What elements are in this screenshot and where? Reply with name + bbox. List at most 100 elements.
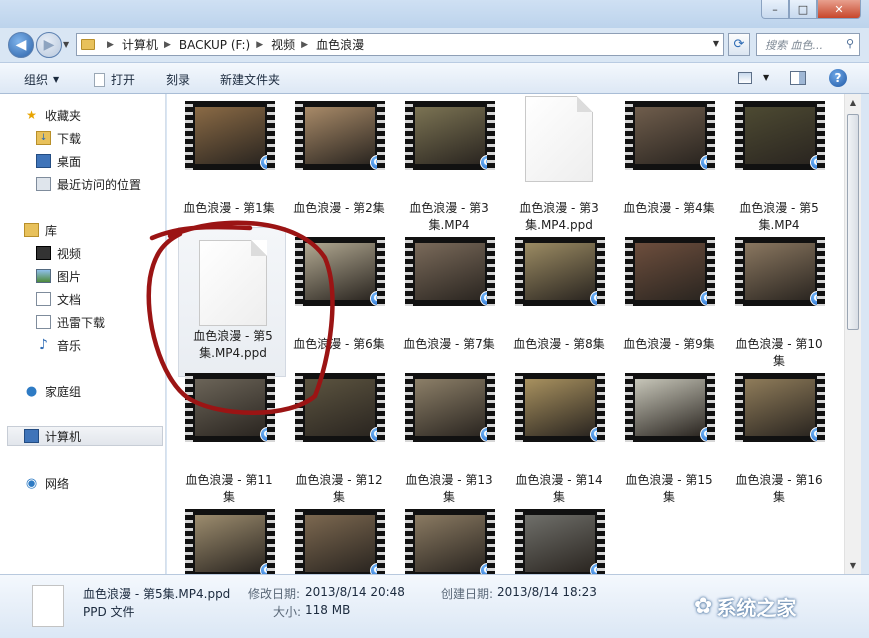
scrollbar-thumb[interactable] xyxy=(847,114,859,330)
sidebar-item-libraries[interactable]: 库 xyxy=(24,220,57,240)
view-options-dropdown[interactable]: ▼ xyxy=(763,73,769,82)
open-button[interactable]: 打开 xyxy=(94,71,135,88)
video-library-icon xyxy=(36,246,51,260)
breadcrumb-computer[interactable]: 计算机 xyxy=(122,36,158,53)
file-item-video[interactable]: Q 血色浪漫 - 第7集 xyxy=(395,232,503,382)
search-input[interactable]: 搜索 血色... ⚲ xyxy=(756,33,860,56)
back-button[interactable]: ◀ xyxy=(8,32,34,58)
file-item-video[interactable]: Q 血色浪漫 - 第16 集 xyxy=(725,368,833,518)
organize-button[interactable]: 组织 ▼ xyxy=(24,71,59,88)
file-item-video[interactable]: Q 血色浪漫 - 第11 集 xyxy=(175,368,283,518)
sidebar-item-computer[interactable]: 计算机 xyxy=(7,426,163,446)
change-view-icon[interactable] xyxy=(738,72,752,84)
chevron-right-icon[interactable]: ▶ xyxy=(301,40,308,50)
file-item-video[interactable]: Q 血色浪漫 - 第6集 xyxy=(285,232,393,382)
help-icon[interactable]: ? xyxy=(829,69,847,87)
sidebar-item-music[interactable]: ♪ 音乐 xyxy=(36,335,81,355)
close-button[interactable]: ✕ xyxy=(817,0,861,19)
sidebar-item-pictures[interactable]: 图片 xyxy=(36,266,81,286)
sidebar-item-thunder[interactable]: 迅雷下载 xyxy=(36,312,105,332)
sidebar-item-label: 音乐 xyxy=(57,338,82,353)
chevron-right-icon[interactable]: ▶ xyxy=(164,40,171,50)
video-frame xyxy=(415,515,485,572)
file-item-video[interactable]: Q 血色浪漫 - 第15 集 xyxy=(615,368,723,518)
file-item-video[interactable]: Q xyxy=(285,504,393,574)
file-name-line: 血色浪漫 - 第11 xyxy=(185,473,273,487)
video-frame xyxy=(635,107,705,164)
file-item-video[interactable]: Q 血色浪漫 - 第3 集.MP4 xyxy=(395,96,503,246)
file-item-video[interactable]: Q xyxy=(505,504,613,574)
sidebar-item-desktop[interactable]: 桌面 xyxy=(36,151,81,171)
chevron-right-icon[interactable]: ▶ xyxy=(256,40,263,50)
recent-pages-dropdown[interactable]: ▼ xyxy=(63,40,69,49)
video-thumbnail: Q xyxy=(405,101,495,170)
sidebar-item-label: 下载 xyxy=(57,131,82,146)
file-item-video[interactable]: Q 血色浪漫 - 第2集 xyxy=(285,96,393,246)
file-name-line: 集 xyxy=(662,490,675,504)
chevron-right-icon[interactable]: ▶ xyxy=(107,40,114,50)
breadcrumb-current[interactable]: 血色浪漫 xyxy=(316,36,364,53)
search-icon[interactable]: ⚲ xyxy=(846,37,854,50)
address-dropdown-icon[interactable]: ▼ xyxy=(713,39,719,48)
scroll-down-icon[interactable]: ▼ xyxy=(845,557,861,574)
player-badge-icon: Q xyxy=(260,427,275,442)
sidebar-item-network[interactable]: ◉ 网络 xyxy=(24,473,69,493)
preview-pane-icon[interactable] xyxy=(790,71,806,85)
video-thumbnail: Q xyxy=(625,101,715,170)
breadcrumb-videos[interactable]: 视频 xyxy=(271,36,295,53)
file-name: 血色浪漫 - 第11 集 xyxy=(175,472,283,506)
new-folder-label: 新建文件夹 xyxy=(220,73,281,87)
refresh-button[interactable]: ⟳ xyxy=(728,33,750,56)
file-item-video[interactable]: Q 血色浪漫 - 第12 集 xyxy=(285,368,393,518)
forward-button[interactable]: ▶ xyxy=(36,32,62,58)
file-item-video[interactable]: Q 血色浪漫 - 第1集 xyxy=(175,96,283,246)
file-item-video[interactable]: Q xyxy=(395,504,503,574)
player-badge-icon: Q xyxy=(700,427,715,442)
file-item-video[interactable]: Q 血色浪漫 - 第5 集.MP4 xyxy=(725,96,833,246)
sidebar-item-label: 计算机 xyxy=(45,429,82,444)
file-item-ppd[interactable]: 血色浪漫 - 第5 集.MP4.ppd xyxy=(178,227,286,377)
sidebar-item-label: 收藏夹 xyxy=(45,108,82,123)
player-badge-icon: Q xyxy=(480,291,495,306)
picture-library-icon xyxy=(36,269,51,283)
video-frame xyxy=(635,379,705,436)
player-badge-icon: Q xyxy=(370,291,385,306)
sidebar-item-recent[interactable]: 最近访问的位置 xyxy=(36,174,141,194)
file-item-video[interactable]: Q 血色浪漫 - 第13 集 xyxy=(395,368,503,518)
command-bar: 组织 ▼ 打开 刻录 新建文件夹 ▼ ? xyxy=(0,62,869,94)
sidebar-item-homegroup[interactable]: ● 家庭组 xyxy=(24,381,81,401)
file-name-line: 血色浪漫 - 第14 xyxy=(515,473,603,487)
file-name: 血色浪漫 - 第15 集 xyxy=(615,472,723,506)
address-bar[interactable]: ▶ 计算机 ▶ BACKUP (F:) ▶ 视频 ▶ 血色浪漫 ▼ xyxy=(76,33,724,56)
minimize-button[interactable]: – xyxy=(761,0,789,19)
file-item-ppd[interactable]: 血色浪漫 - 第3 集.MP4.ppd xyxy=(505,96,613,246)
video-thumbnail: Q xyxy=(625,237,715,306)
file-name: 血色浪漫 - 第14 集 xyxy=(505,472,613,506)
sidebar-item-videos[interactable]: 视频 xyxy=(36,243,81,263)
player-badge-icon: Q xyxy=(810,155,825,170)
breadcrumb-drive[interactable]: BACKUP (F:) xyxy=(179,38,250,52)
file-item-video[interactable]: Q 血色浪漫 - 第10 集 xyxy=(725,232,833,382)
file-item-video[interactable]: Q 血色浪漫 - 第4集 xyxy=(615,96,723,246)
video-frame xyxy=(415,379,485,436)
file-item-video[interactable]: Q 血色浪漫 - 第9集 xyxy=(615,232,723,382)
file-item-video[interactable]: Q 血色浪漫 - 第14 集 xyxy=(505,368,613,518)
burn-button[interactable]: 刻录 xyxy=(166,71,190,88)
player-badge-icon: Q xyxy=(260,155,275,170)
file-item-video[interactable]: Q 血色浪漫 - 第8集 xyxy=(505,232,613,382)
file-item-video[interactable]: Q xyxy=(175,504,283,574)
sidebar-item-documents[interactable]: 文档 xyxy=(36,289,81,309)
scroll-up-icon[interactable]: ▲ xyxy=(845,94,861,111)
star-icon: ★ xyxy=(26,108,37,122)
player-badge-icon: Q xyxy=(590,291,605,306)
sidebar-item-downloads[interactable]: ↓ 下载 xyxy=(36,128,81,148)
sidebar-item-favorites[interactable]: ★ 收藏夹 xyxy=(24,105,81,125)
video-thumbnail: Q xyxy=(515,373,605,442)
file-list[interactable]: Q 血色浪漫 - 第1集 Q 血色浪漫 - 第2集 Q 血色浪漫 - 第3 集.MP4 血色浪… xyxy=(167,94,844,574)
new-folder-button[interactable]: 新建文件夹 xyxy=(220,71,280,88)
file-name-line: 血色浪漫 - 第15 xyxy=(625,473,713,487)
file-name: 血色浪漫 - 第5 集.MP4 xyxy=(725,200,833,234)
organize-label: 组织 xyxy=(24,73,49,87)
maximize-button[interactable]: □ xyxy=(789,0,817,19)
vertical-scrollbar[interactable]: ▲ ▼ xyxy=(844,94,861,574)
